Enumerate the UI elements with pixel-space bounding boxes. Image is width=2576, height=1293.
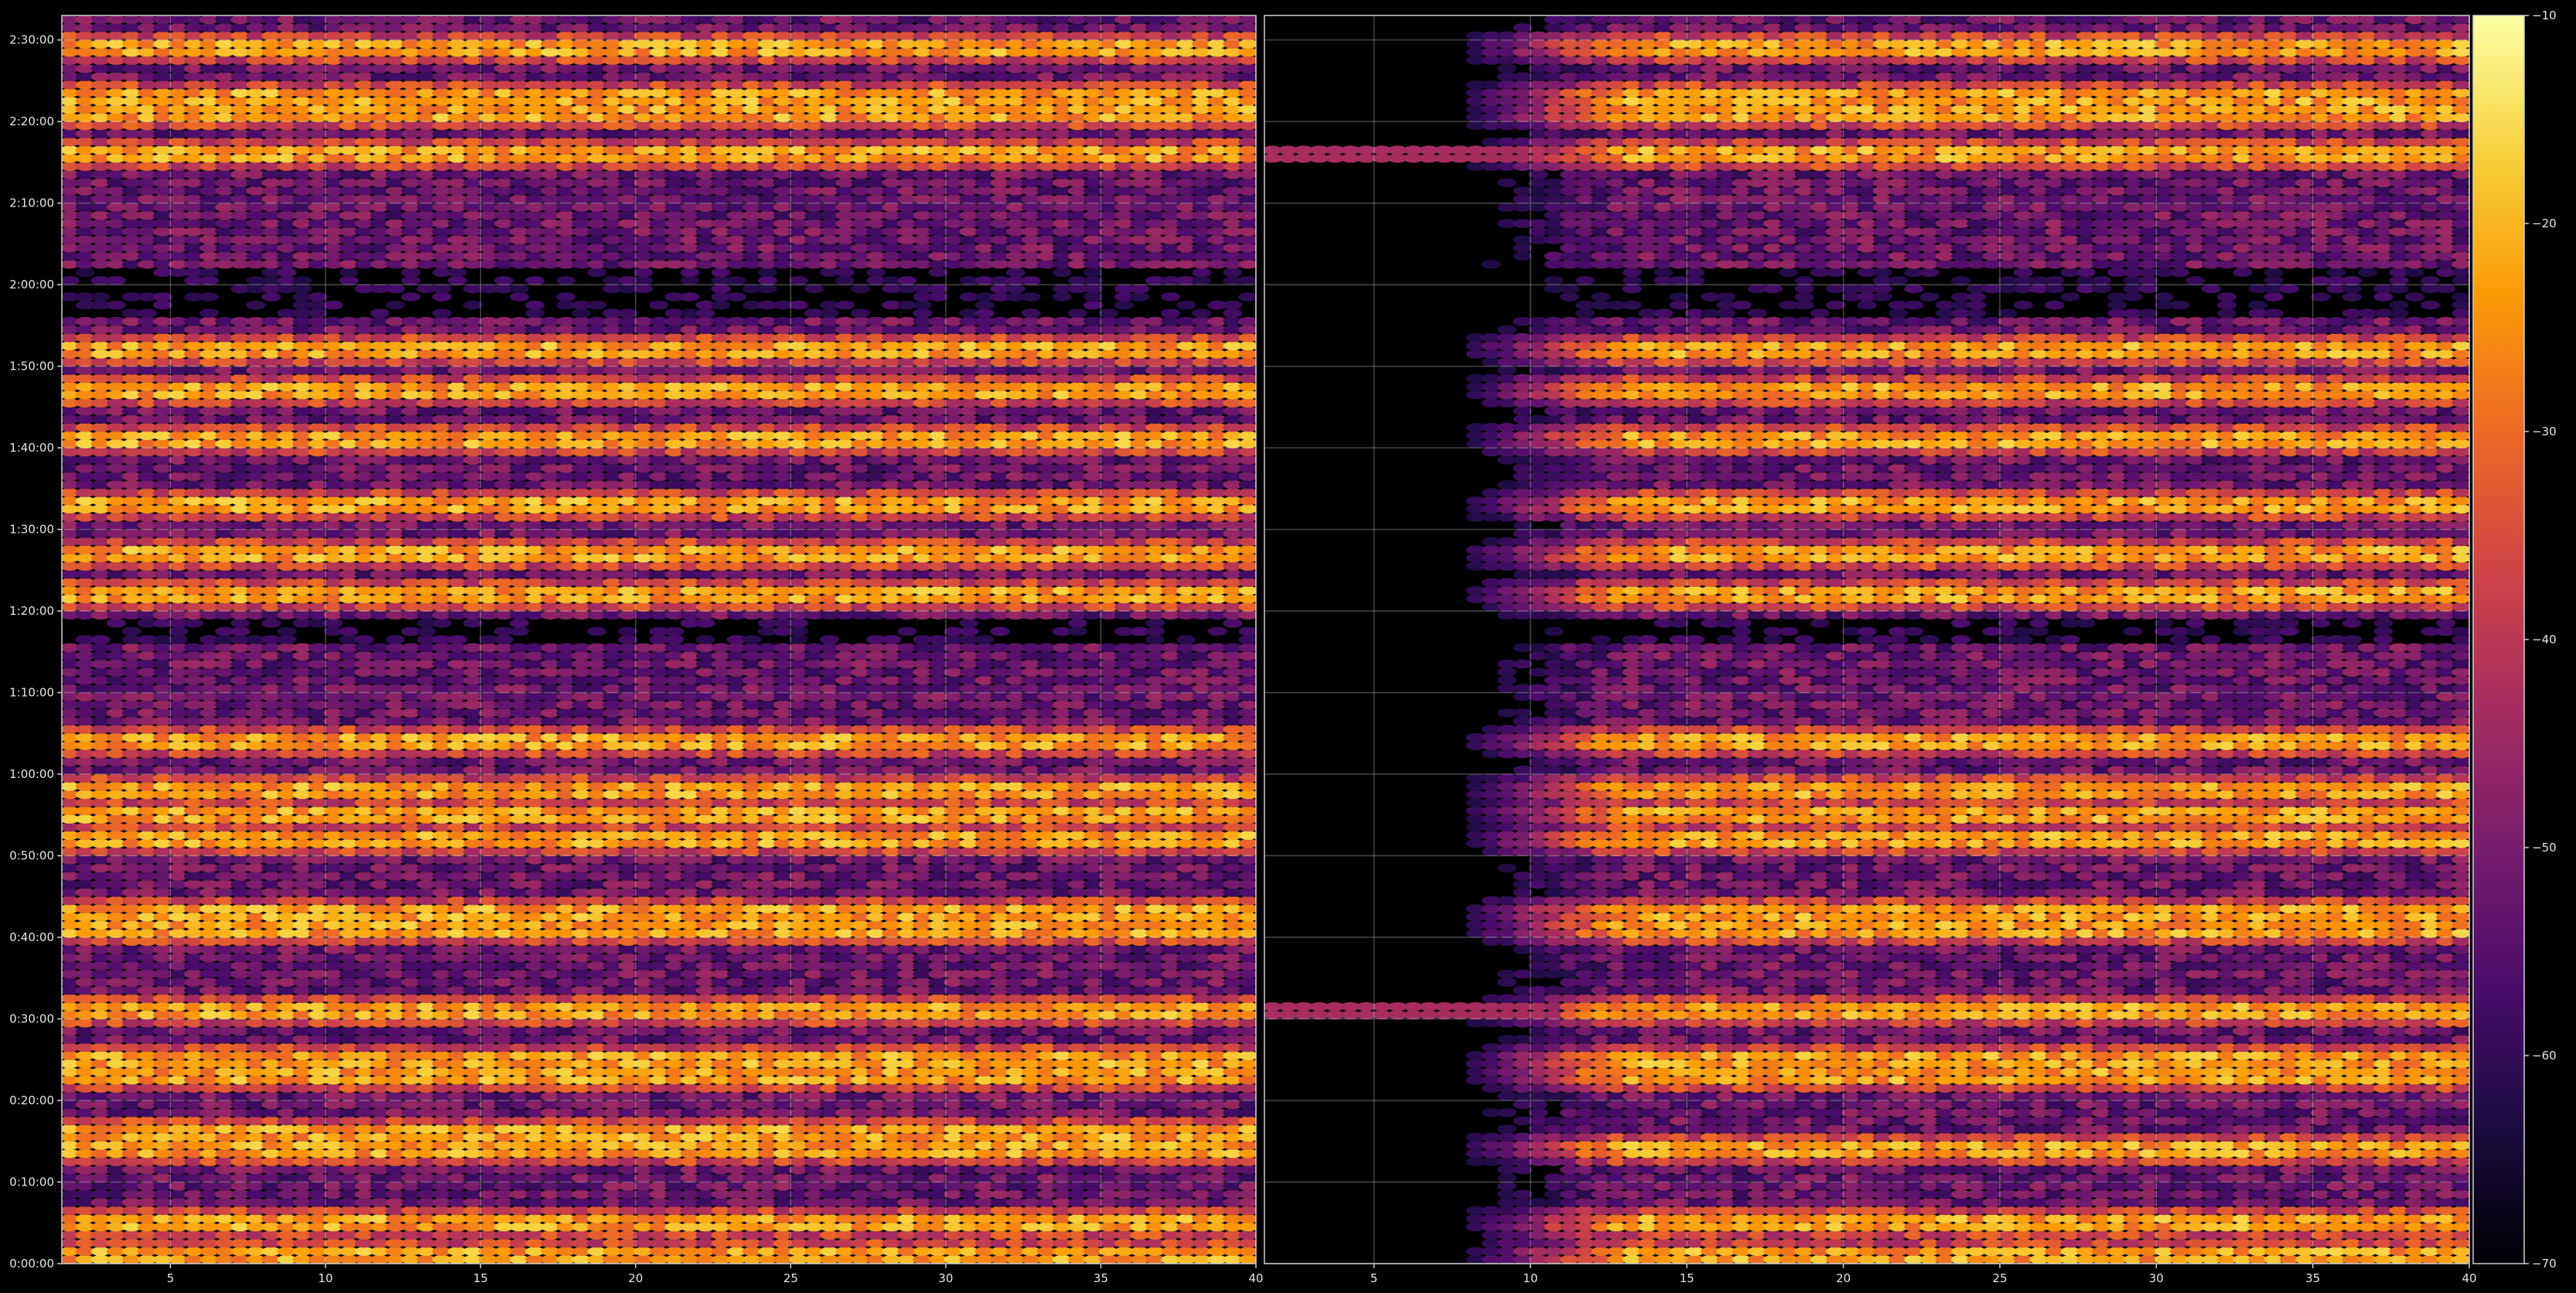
heatmap-cell <box>1238 1173 1256 1182</box>
heatmap-cell <box>1238 773 1256 783</box>
heatmap-cell <box>1238 1214 1256 1223</box>
heatmap-cell <box>1238 1222 1256 1232</box>
heatmap-cell <box>1238 1091 1256 1101</box>
heatmap-cell <box>1238 872 1256 881</box>
heatmap-cell <box>1238 1148 1256 1158</box>
heatmap-cell <box>1238 1001 1256 1012</box>
heatmap-cell <box>1238 838 1256 848</box>
heatmap-cell <box>1238 1141 1256 1150</box>
heatmap-cell <box>1238 1247 1256 1256</box>
heatmap-cell <box>1238 1238 1256 1248</box>
heatmap-cell <box>1238 831 1256 840</box>
heatmap-cell <box>1238 1165 1256 1175</box>
heatmap-cell <box>1238 1075 1256 1085</box>
heatmap-cell <box>1238 806 1256 816</box>
heatmap-cell <box>1238 929 1256 938</box>
heatmap-cell <box>1238 936 1256 947</box>
heatmap-cell <box>1238 1042 1256 1052</box>
heatmap-cell <box>1238 1035 1256 1044</box>
heatmap-cell <box>1238 1067 1256 1076</box>
heatmap-cell <box>1238 904 1256 913</box>
heatmap-cell <box>1238 961 1256 971</box>
heatmap-cell <box>1238 1051 1256 1060</box>
heatmap-cell <box>1238 847 1256 857</box>
heatmap-cell <box>1238 969 1256 979</box>
heatmap-cell <box>1238 790 1256 800</box>
heatmap-cell <box>1238 863 1256 873</box>
heatmap-cell <box>1238 1018 1256 1028</box>
heatmap-cell <box>1238 741 1256 750</box>
heatmap-cell <box>1238 782 1256 791</box>
heatmap-cell <box>1238 798 1256 807</box>
heatmap-cell <box>1238 814 1256 824</box>
heatmap-cell <box>1238 1059 1256 1069</box>
heatmap-cell <box>1238 855 1256 865</box>
spectrogram-chart: 5 10 15 20 25 30 35 400:00:000:10:000:20:000:30… <box>0 0 2576 1293</box>
heatmap-cell <box>1238 749 1256 759</box>
heatmap-cell <box>1238 822 1256 832</box>
heatmap-cell <box>1238 920 1256 930</box>
heatmap-cell <box>1238 953 1256 963</box>
heatmap-cell <box>1238 1010 1256 1020</box>
heatmap-cell <box>1238 1132 1256 1142</box>
heatmap-cell <box>1238 1100 1256 1110</box>
heatmap-cell <box>1238 1083 1256 1093</box>
heatmap-cell <box>1238 1182 1256 1191</box>
heatmap-cell <box>1238 1157 1256 1166</box>
heatmap-cell <box>1238 888 1256 897</box>
heatmap-cell <box>1238 896 1256 906</box>
heatmap-cell <box>1238 1254 1256 1264</box>
heatmap-cell <box>1238 1026 1256 1036</box>
heatmap-cell <box>1238 994 1256 1003</box>
heatmap-cell <box>1238 977 1256 987</box>
heatmap-cell <box>1238 1116 1256 1126</box>
heatmap-cell <box>1238 1230 1256 1240</box>
heatmap-cell <box>1238 1108 1256 1117</box>
heatmap-cell <box>1238 757 1256 766</box>
heatmap-cell <box>1238 879 1256 889</box>
heatmap-cell <box>1238 1198 1256 1207</box>
heatmap-cell <box>1238 985 1256 995</box>
heatmap-cell <box>1238 945 1256 954</box>
heatmap-cell <box>1238 912 1256 922</box>
heatmap-cell <box>1238 766 1256 775</box>
heatmap-cell <box>1238 1206 1256 1216</box>
heatmap-cell <box>1238 1189 1256 1199</box>
heatmap-cell <box>1238 1124 1256 1134</box>
